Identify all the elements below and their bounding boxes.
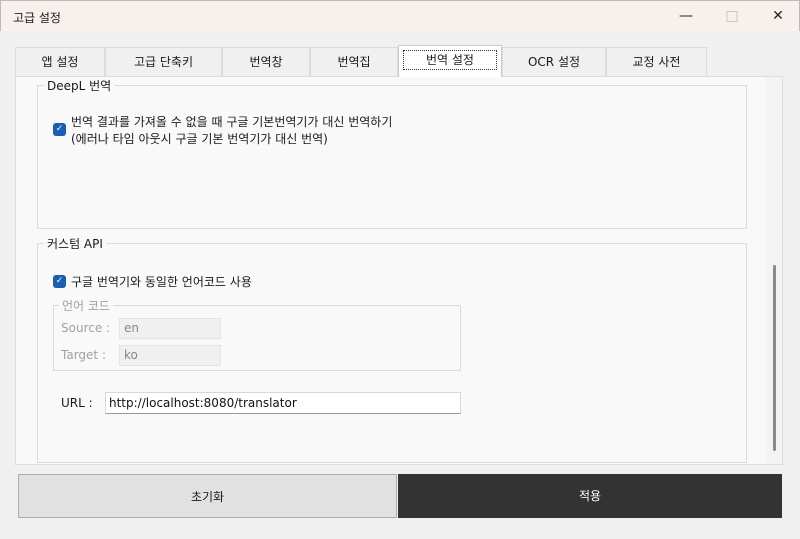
maximize-icon[interactable]: □	[709, 1, 755, 32]
window-title: 고급 설정	[13, 11, 61, 25]
tab-label: OCR 설정	[527, 55, 581, 69]
same-code-label[interactable]: 구글 번역기와 동일한 언어코드 사용	[71, 273, 252, 290]
language-code-title: 언어 코드	[59, 297, 113, 314]
tab-label: 번역집	[337, 55, 371, 69]
tab-app-settings[interactable]: 앱 설정	[15, 47, 105, 76]
close-icon[interactable]: ✕	[755, 1, 800, 32]
fallback-checkbox[interactable]: ✓	[53, 123, 66, 136]
fallback-label-line2: (에러나 타임 아웃시 구글 기본 번역기가 대신 번역)	[71, 132, 328, 146]
tab-correction-dictionary[interactable]: 교정 사전	[606, 47, 707, 76]
tab-shortcuts[interactable]: 고급 단축키	[105, 47, 222, 76]
same-code-checkbox[interactable]: ✓	[53, 275, 66, 288]
minimize-icon[interactable]: —	[663, 1, 709, 32]
url-input[interactable]	[105, 392, 461, 414]
tab-translation-settings[interactable]: 번역 설정	[398, 45, 502, 77]
tab-label: 번역 설정	[403, 50, 497, 70]
custom-api-group-title: 커스텀 API	[44, 235, 106, 252]
title-bar: 고급 설정 — □ ✕	[0, 0, 800, 31]
scrollbar-thumb[interactable]	[773, 265, 776, 451]
source-input[interactable]: en	[119, 318, 221, 339]
url-label: URL :	[61, 396, 93, 410]
tab-label: 번역창	[249, 55, 283, 69]
scrollbar[interactable]	[766, 77, 782, 464]
language-code-group	[53, 305, 461, 371]
target-input[interactable]: ko	[119, 345, 221, 366]
settings-panel: DeepL 번역 ✓ 번역 결과를 가져올 수 없을 때 구글 기본번역기가 대…	[15, 76, 783, 465]
deepl-group-title: DeepL 번역	[44, 77, 115, 94]
tab-ocr-settings[interactable]: OCR 설정	[502, 47, 606, 76]
source-label: Source :	[61, 321, 111, 335]
tab-translation-collection[interactable]: 번역집	[310, 47, 398, 76]
fallback-label[interactable]: 번역 결과를 가져올 수 없을 때 구글 기본번역기가 대신 번역하기 (에러나…	[71, 114, 392, 148]
fallback-label-line1: 번역 결과를 가져올 수 없을 때 구글 기본번역기가 대신 번역하기	[71, 115, 393, 129]
deepl-group	[37, 85, 747, 229]
tab-label: 앱 설정	[41, 55, 79, 69]
reset-button[interactable]: 초기화	[18, 474, 397, 518]
tab-label: 교정 사전	[632, 55, 681, 69]
target-label: Target :	[61, 348, 106, 362]
apply-button[interactable]: 적용	[398, 474, 782, 518]
tab-label: 고급 단축키	[133, 55, 193, 69]
tab-translation-window[interactable]: 번역창	[222, 47, 310, 76]
